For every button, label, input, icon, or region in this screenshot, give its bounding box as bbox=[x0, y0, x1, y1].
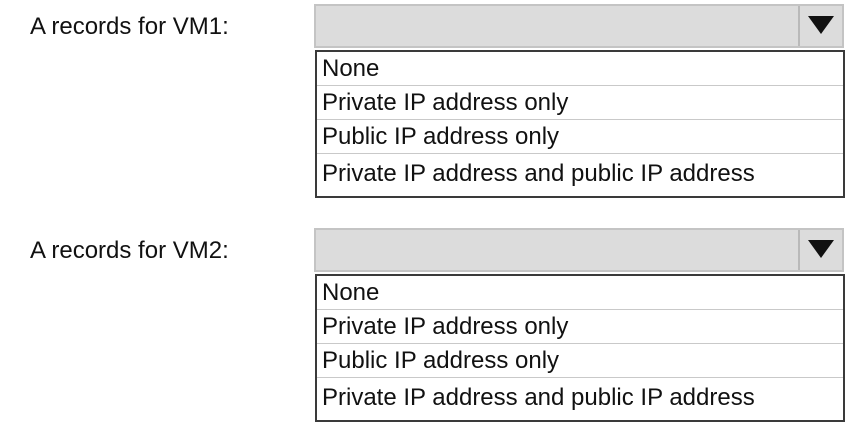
vm1-label: A records for VM1: bbox=[30, 13, 229, 40]
vm1-option-none[interactable]: None bbox=[317, 52, 843, 86]
vm2-option-private-and-public-ip[interactable]: Private IP address and public IP address bbox=[317, 378, 843, 421]
triangle-down-icon bbox=[808, 16, 834, 34]
vm1-options-list: None Private IP address only Public IP a… bbox=[315, 50, 845, 198]
vm2-dropdown[interactable] bbox=[314, 228, 844, 272]
vm2-dropdown-arrow-button[interactable] bbox=[798, 230, 842, 270]
vm2-label: A records for VM2: bbox=[30, 237, 229, 264]
vm1-option-private-ip-only[interactable]: Private IP address only bbox=[317, 86, 843, 120]
vm1-option-public-ip-only[interactable]: Public IP address only bbox=[317, 120, 843, 154]
vm1-dropdown-arrow-button[interactable] bbox=[798, 6, 842, 46]
vm1-dropdown[interactable] bbox=[314, 4, 844, 48]
vm2-option-private-ip-only[interactable]: Private IP address only bbox=[317, 310, 843, 344]
vm2-option-none[interactable]: None bbox=[317, 276, 843, 310]
vm2-options-list: None Private IP address only Public IP a… bbox=[315, 274, 845, 422]
vm1-option-private-and-public-ip[interactable]: Private IP address and public IP address bbox=[317, 154, 843, 197]
triangle-down-icon bbox=[808, 240, 834, 258]
vm2-option-public-ip-only[interactable]: Public IP address only bbox=[317, 344, 843, 378]
